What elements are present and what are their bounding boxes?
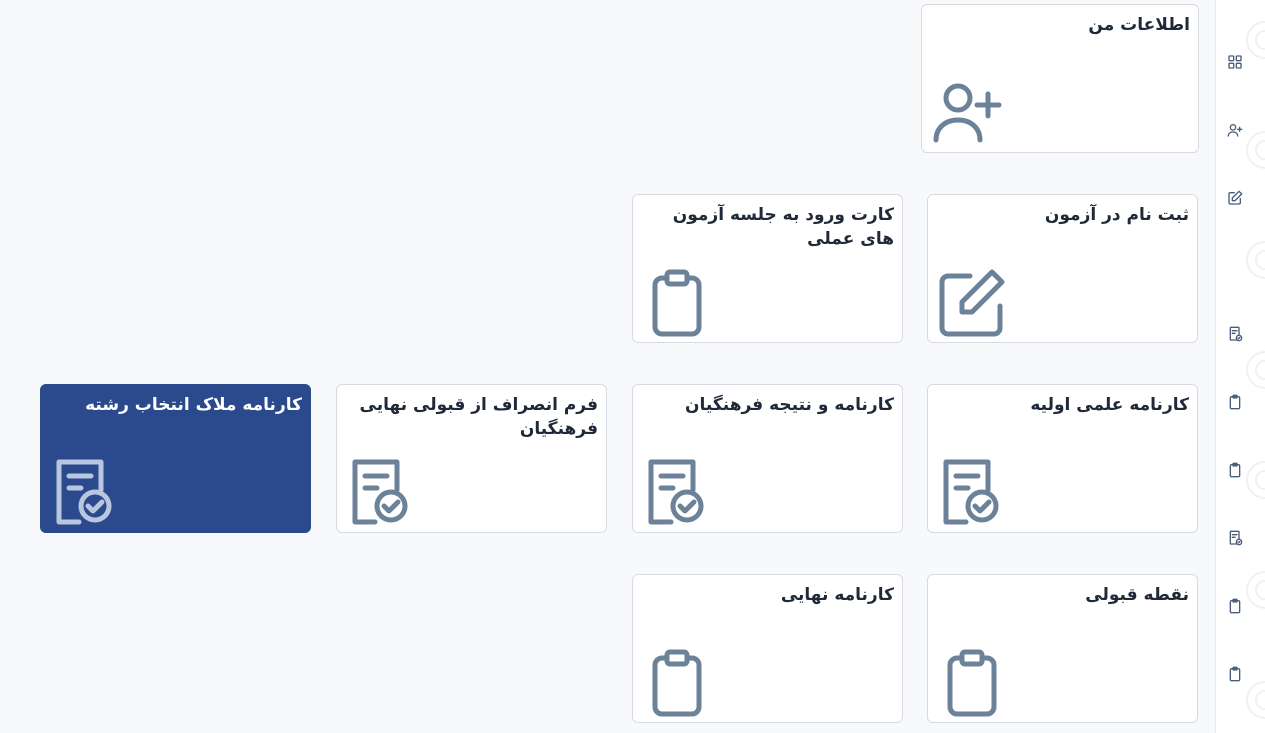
card-title: کارنامه علمی اولیه [1030, 395, 1189, 415]
card-withdrawal-form[interactable]: فرم انصراف از قبولی نهایی فرهنگیان [336, 384, 607, 533]
card-title: اطلاعات من [1088, 15, 1190, 35]
clipboard-icon [641, 646, 713, 718]
report-check-icon [936, 456, 1008, 528]
clipboard-icon [641, 266, 713, 338]
sidebar-report-check-icon[interactable] [1226, 529, 1244, 547]
right-sidebar [1215, 0, 1265, 733]
card-farhangian-result[interactable]: کارنامه و نتیجه فرهنگیان [632, 384, 903, 533]
card-acceptance-point[interactable]: نقطه قبولی [927, 574, 1198, 723]
sidebar-grid-icon[interactable] [1226, 53, 1244, 71]
report-check-icon [641, 456, 713, 528]
card-field-selection-report[interactable]: کارنامه ملاک انتخاب رشته [40, 384, 311, 533]
card-title: کارنامه نهایی [780, 585, 894, 605]
sidebar-user-plus-icon[interactable] [1226, 121, 1244, 139]
sidebar-edit-icon[interactable] [1226, 189, 1244, 207]
card-title: ثبت نام در آزمون [1044, 205, 1189, 225]
sidebar-clipboard-icon[interactable] [1226, 393, 1244, 411]
card-title: کارنامه و نتیجه فرهنگیان [685, 395, 894, 415]
card-title: فرم انصراف از قبولی نهایی فرهنگیان [359, 395, 598, 439]
clipboard-icon [936, 646, 1008, 718]
card-my-info[interactable]: اطلاعات من [921, 4, 1199, 153]
card-exam-registration[interactable]: ثبت نام در آزمون [927, 194, 1198, 343]
report-check-icon [345, 456, 417, 528]
sidebar-report-check-icon[interactable] [1226, 325, 1244, 343]
dashboard-page: اطلاعات من ثبت نام در آزمون کارت ورود به… [0, 0, 1265, 733]
card-final-report[interactable]: کارنامه نهایی [632, 574, 903, 723]
edit-icon [936, 266, 1008, 338]
sidebar-pattern-decoration [1246, 21, 1265, 719]
card-initial-report[interactable]: کارنامه علمی اولیه [927, 384, 1198, 533]
sidebar-clipboard-icon[interactable] [1226, 665, 1244, 683]
user-plus-icon [930, 76, 1002, 148]
card-practical-entry-card[interactable]: کارت ورود به جلسه آزمون های عملی [632, 194, 903, 343]
report-check-icon [49, 456, 121, 528]
card-title: نقطه قبولی [1085, 585, 1189, 605]
card-title: کارت ورود به جلسه آزمون های عملی [672, 205, 894, 249]
sidebar-clipboard-icon[interactable] [1226, 461, 1244, 479]
sidebar-clipboard-icon[interactable] [1226, 597, 1244, 615]
card-title: کارنامه ملاک انتخاب رشته [85, 395, 302, 415]
